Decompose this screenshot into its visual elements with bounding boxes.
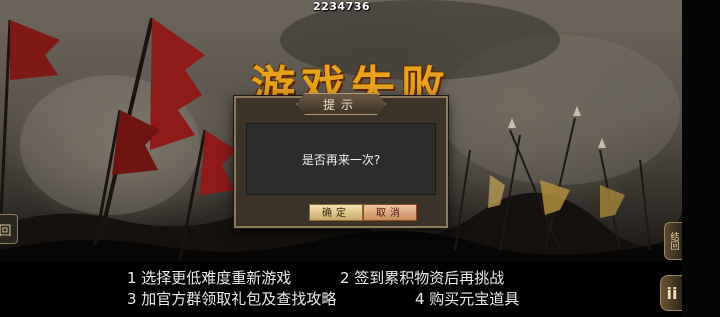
confirm-button[interactable]: 确定 (309, 204, 363, 221)
tip-item: 1 选择更低难度重新游戏 (127, 269, 292, 287)
side-tab-label: 结回 (668, 232, 679, 250)
pause-button[interactable]: ii (660, 275, 683, 311)
game-over-screen: 游戏失败 2234736 提示 是否再来一次? 确定 取消 回 结回 1 选择更… (0, 0, 720, 317)
score-counter: 2234736 (312, 0, 371, 13)
dialog-header: 提示 (296, 93, 386, 115)
side-left-glyph: 回 (0, 223, 12, 239)
dialog-body: 是否再来一次? (246, 123, 436, 195)
right-edge-bar (682, 0, 720, 317)
cancel-button[interactable]: 取消 (363, 204, 417, 221)
pause-icon: ii (666, 283, 678, 303)
tips-panel: 1 选择更低难度重新游戏 2 签到累积物资后再挑战 3 加官方群领取礼包及查找攻… (0, 262, 683, 317)
tip-item: 4 购买元宝道具 (415, 290, 520, 308)
dialog-title: 提示 (322, 97, 359, 112)
side-tab-button[interactable]: 结回 (664, 222, 683, 260)
dialog-message: 是否再来一次? (301, 152, 381, 167)
retry-dialog: 提示 是否再来一次? 确定 取消 (234, 93, 448, 228)
tip-item: 2 签到累积物资后再挑战 (340, 269, 505, 287)
book-icon[interactable]: 回 (0, 214, 18, 244)
tip-item: 3 加官方群领取礼包及查找攻略 (127, 290, 337, 308)
